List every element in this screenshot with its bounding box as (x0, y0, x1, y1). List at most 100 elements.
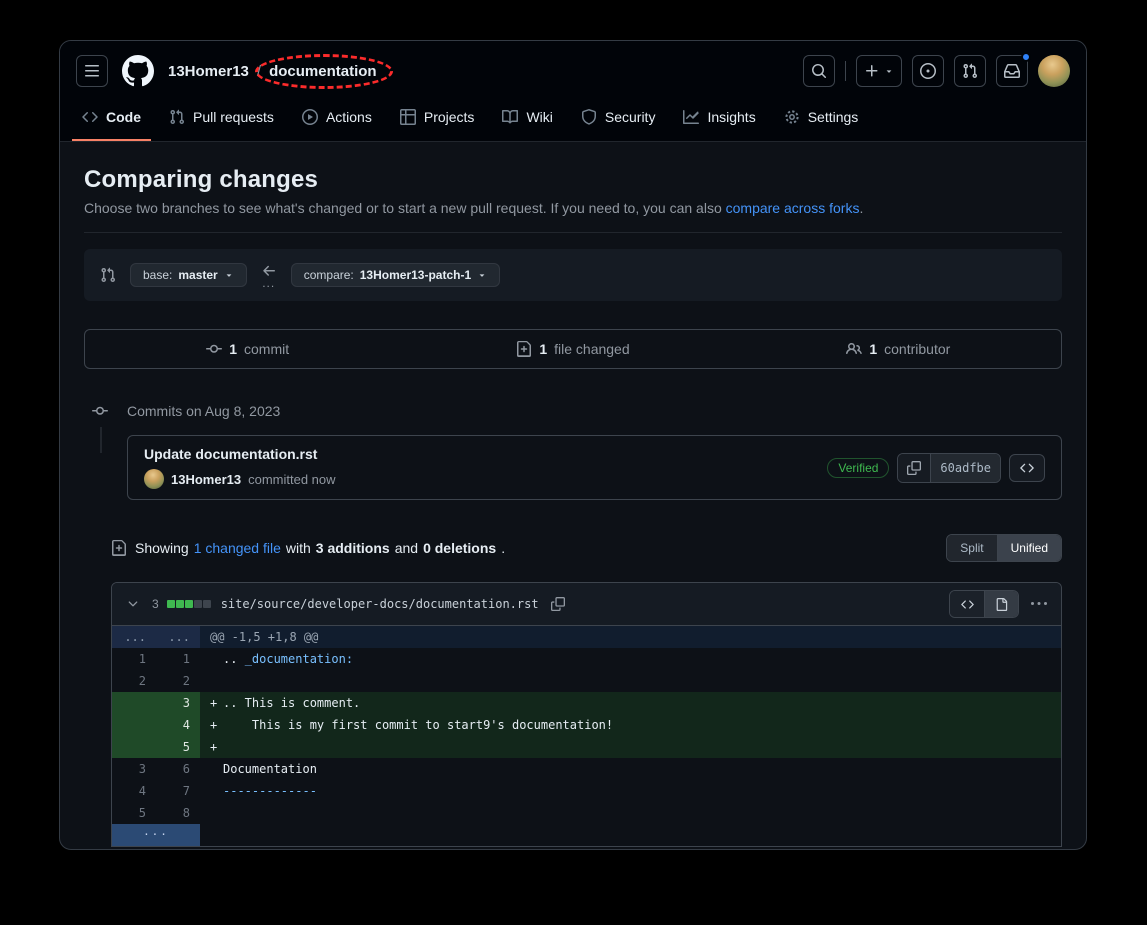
expand-diff-button[interactable]: ··· (112, 824, 200, 846)
tab-wiki[interactable]: Wiki (492, 95, 562, 141)
changed-files-link[interactable]: 1 changed file (194, 540, 281, 556)
diff-line-context: 1 1 .. _documentation: (112, 648, 1061, 670)
line-sign: + (210, 714, 223, 736)
browse-code-button[interactable] (1009, 454, 1045, 482)
file-options-button[interactable] (1027, 596, 1051, 612)
issue-opened-icon (920, 63, 936, 79)
issues-button[interactable] (912, 55, 944, 87)
contributor-label: contributor (884, 341, 950, 357)
file-icon (995, 598, 1008, 611)
old-line-number (112, 736, 156, 758)
old-line-number (112, 714, 156, 736)
breadcrumb-repo[interactable]: documentation (269, 63, 377, 80)
hunk-old-mark: ... (112, 626, 156, 648)
expand-row-filler (200, 824, 1061, 846)
diffstat-block-neutral (203, 600, 211, 608)
tab-projects[interactable]: Projects (390, 95, 485, 141)
commit-count: 1 (229, 341, 237, 357)
line-content: + (200, 736, 1061, 758)
chevron-down-icon (884, 66, 894, 76)
old-line-number (112, 692, 156, 714)
files-changed-count: 1 (539, 341, 547, 357)
rendered-view-button[interactable] (984, 591, 1018, 617)
commits-timeline: Commits on Aug 8, 2023 Update documentat… (84, 401, 1062, 500)
breadcrumb-owner[interactable]: 13Homer13 (168, 63, 249, 80)
search-button[interactable] (803, 55, 835, 87)
commit-author-link[interactable]: 13Homer13 (171, 472, 241, 487)
divider (84, 232, 1062, 233)
diff-line-context: 4 7 ------------- (112, 780, 1061, 802)
app-header: 13Homer13 / documentation (60, 41, 1086, 95)
copy-path-button[interactable] (547, 597, 569, 611)
line-text-highlight: _documentation: (245, 652, 353, 666)
create-new-button[interactable] (856, 55, 902, 87)
gear-icon (784, 109, 800, 125)
tab-security[interactable]: Security (571, 95, 666, 141)
diff-view-toggle: Split Unified (946, 534, 1062, 562)
base-branch-selector[interactable]: base: master (130, 263, 247, 287)
pull-requests-button[interactable] (954, 55, 986, 87)
play-icon (302, 109, 318, 125)
commit-title-link[interactable]: Update documentation.rst (144, 446, 336, 462)
unified-view-button[interactable]: Unified (997, 535, 1061, 561)
copy-sha-button[interactable] (898, 454, 931, 482)
line-content: ------------- (200, 780, 1061, 802)
tab-label: Projects (424, 109, 475, 125)
copy-icon (551, 597, 565, 611)
verified-badge[interactable]: Verified (827, 458, 889, 478)
tab-label: Wiki (526, 109, 552, 125)
hamburger-menu-button[interactable] (76, 55, 108, 87)
search-icon (811, 63, 827, 79)
shield-icon (581, 109, 597, 125)
old-line-number: 2 (112, 670, 156, 692)
plus-icon (864, 63, 880, 79)
compare-value: 13Homer13-patch-1 (360, 268, 471, 282)
inbox-icon (1004, 63, 1020, 79)
github-window: 13Homer13 / documentation (59, 40, 1087, 850)
diff-hunk-row: ... ... @@ -1,5 +1,8 @@ (112, 626, 1061, 648)
tab-label: Actions (326, 109, 372, 125)
commit-author-avatar[interactable] (144, 469, 164, 489)
tab-settings[interactable]: Settings (774, 95, 869, 141)
file-path[interactable]: site/source/developer-docs/documentation… (221, 597, 539, 611)
files-changed-section: Showing 1 changed file with 3 additions … (111, 534, 1062, 847)
diff-file-card: 3 site/source/developer-docs/documentati… (111, 582, 1062, 847)
commit-count-label: commit (244, 341, 289, 357)
tab-insights[interactable]: Insights (673, 95, 765, 141)
tab-actions[interactable]: Actions (292, 95, 382, 141)
new-line-number: 2 (156, 670, 200, 692)
stat-commits[interactable]: 1 commit (85, 341, 410, 357)
git-commit-icon (92, 403, 108, 419)
chevron-down-icon (224, 270, 234, 280)
new-line-number: 6 (156, 758, 200, 780)
tab-label: Pull requests (193, 109, 274, 125)
collapse-file-button[interactable] (122, 597, 144, 611)
line-text: Documentation (223, 762, 317, 776)
range-dots: ... (262, 279, 275, 287)
additions-count: 3 additions (316, 540, 390, 556)
header-divider (845, 61, 846, 81)
tab-pull-requests[interactable]: Pull requests (159, 95, 284, 141)
diffstat-block-neutral (194, 600, 202, 608)
git-pull-request-icon (169, 109, 185, 125)
line-sign: + (210, 692, 223, 714)
user-avatar[interactable] (1038, 55, 1070, 87)
commit-sha-button[interactable]: 60adfbe (931, 454, 1000, 482)
line-content: .. _documentation: (200, 648, 1061, 670)
tab-code[interactable]: Code (72, 95, 151, 141)
compare-range-indicator: ... (261, 263, 277, 287)
compare-branch-selector[interactable]: compare: 13Homer13-patch-1 (291, 263, 500, 287)
github-logo[interactable] (122, 55, 154, 87)
diffstat-block-added (185, 600, 193, 608)
split-view-button[interactable]: Split (947, 535, 996, 561)
page-subtitle: Choose two branches to see what's change… (84, 200, 1062, 216)
line-text: .. This is comment. (223, 696, 360, 710)
compare-across-forks-link[interactable]: compare across forks (726, 200, 860, 216)
stat-contributors[interactable]: 1 contributor (736, 341, 1061, 357)
old-line-number: 4 (112, 780, 156, 802)
tab-label: Settings (808, 109, 859, 125)
stat-files-changed[interactable]: 1 file changed (410, 341, 735, 357)
source-view-button[interactable] (950, 591, 984, 617)
inbox-button[interactable] (996, 55, 1028, 87)
new-line-number: 7 (156, 780, 200, 802)
